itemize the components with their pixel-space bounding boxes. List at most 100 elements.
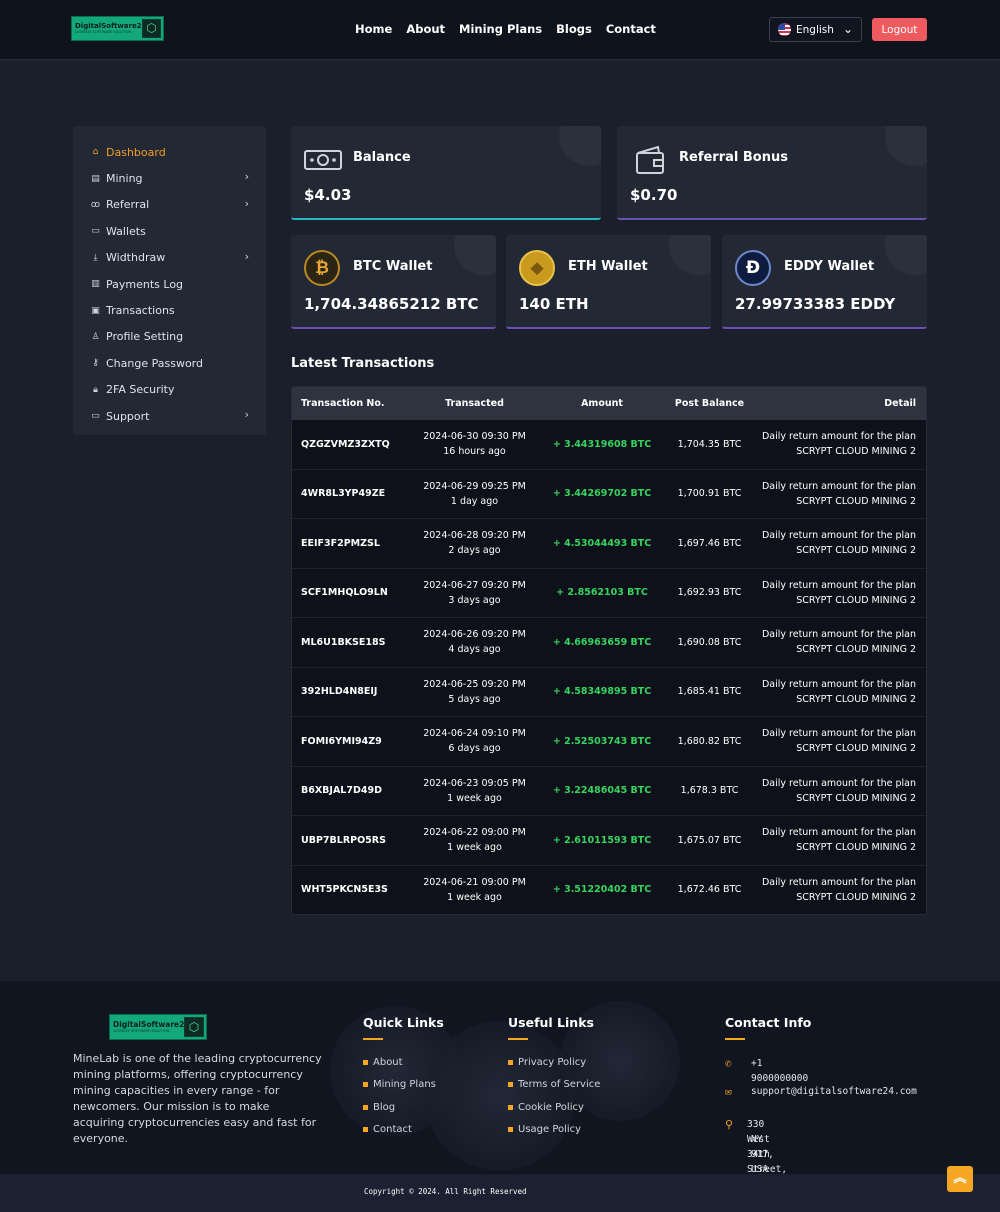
col-transacted: Transacted [445, 398, 504, 409]
transaction-date: 2024-06-30 09:30 PM [423, 431, 526, 443]
detail-line-2: SCRYPT CLOUD MINING 2 [796, 792, 916, 804]
sidebar-item-dashboard[interactable]: ⌂ Dashboard [73, 139, 266, 165]
transaction-date-cell: 2024-06-28 09:20 PM 2 days ago [412, 528, 537, 558]
detail-line-1: Daily return amount for the plan [761, 579, 916, 591]
transaction-date: 2024-06-26 09:20 PM [423, 629, 526, 641]
us-flag-icon [778, 23, 791, 36]
sidebar-item-label: Payments Log [106, 277, 184, 291]
transaction-id: WHT5PKCN5E3S [301, 884, 388, 896]
sidebar-item-2fa-security[interactable]: 🔒︎ 2FA Security [73, 377, 266, 403]
nav-about[interactable]: About [406, 22, 445, 36]
footer-logo[interactable]: DigitalSoftware24 ULTIMATE SOFTWARE SOLU… [109, 1014, 207, 1040]
sidebar-item-label: Change Password [106, 356, 203, 370]
ticket-icon: ▭ [91, 411, 100, 422]
address-line-2: NY 917, USA [751, 1134, 774, 1174]
card-decoration [454, 235, 496, 275]
nav-mining-plans[interactable]: Mining Plans [459, 22, 542, 36]
nav-blogs[interactable]: Blogs [556, 22, 592, 36]
transaction-date: 2024-06-25 09:20 PM [423, 678, 526, 690]
sidebar-item-referral[interactable]: ꝏ Referral › [73, 192, 266, 218]
post-balance: 1,685.41 BTC [677, 686, 742, 698]
transaction-date-cell: 2024-06-29 09:25 PM 1 day ago [412, 479, 537, 509]
detail-line-2: SCRYPT CLOUD MINING 2 [796, 545, 916, 557]
detail-line-1: Daily return amount for the plan [761, 678, 916, 690]
card-title: Referral Bonus [679, 150, 788, 165]
footer-link-contact[interactable]: Contact [363, 1119, 436, 1142]
post-balance: 1,704.35 BTC [677, 438, 742, 450]
sidebar-item-transactions[interactable]: ▣ Transactions [73, 297, 266, 323]
sidebar-item-wallets[interactable]: ▭ Wallets [73, 218, 266, 244]
copyright-text: Copyright © 2024. All Right Reserved [364, 1187, 527, 1196]
copyright-bar: Copyright © 2024. All Right Reserved [0, 1174, 1000, 1212]
wallet-icon: ▭ [91, 226, 100, 237]
nav-home[interactable]: Home [355, 22, 392, 36]
col-post-balance: Post Balance [674, 398, 745, 409]
footer-link-terms-of-service[interactable]: Terms of Service [508, 1074, 600, 1097]
transaction-amount: + 2.8562103 BTC [556, 587, 648, 599]
footer-link-cookie-policy[interactable]: Cookie Policy [508, 1096, 600, 1119]
detail-line-2: SCRYPT CLOUD MINING 2 [796, 743, 916, 755]
money-bill-icon [304, 148, 342, 176]
wallet-icon [634, 144, 666, 180]
detail-line-1: Daily return amount for the plan [761, 431, 916, 443]
transaction-detail: Daily return amount for the plan SCRYPT C… [752, 429, 926, 459]
transaction-date: 2024-06-24 09:10 PM [423, 728, 526, 740]
detail-line-2: SCRYPT CLOUD MINING 2 [796, 446, 916, 458]
site-footer: DigitalSoftware24 ULTIMATE SOFTWARE SOLU… [0, 981, 1000, 1174]
footer-link-about[interactable]: About [363, 1051, 436, 1074]
transaction-ago: 16 hours ago [443, 446, 506, 458]
transaction-ago: 5 days ago [448, 693, 501, 705]
transaction-date-cell: 2024-06-21 09:00 PM 1 week ago [412, 875, 537, 905]
transaction-ago: 2 days ago [448, 545, 501, 557]
transaction-id: SCF1MHQLO9LN [301, 587, 388, 599]
transaction-amount: + 2.61011593 BTC [552, 834, 652, 846]
logo-text: DigitalSoftware24 [75, 22, 147, 30]
card-title: ETH Wallet [568, 259, 648, 274]
contact-info-title: Contact Info [725, 1015, 812, 1030]
referral-bonus-card: Referral Bonus $0.70 [617, 126, 927, 220]
detail-line-1: Daily return amount for the plan [761, 480, 916, 492]
footer-link-privacy-policy[interactable]: Privacy Policy [508, 1051, 600, 1074]
sidebar-item-support[interactable]: ▭ Support › [73, 403, 266, 429]
card-decoration [885, 126, 927, 166]
nav-contact[interactable]: Contact [606, 22, 656, 36]
latest-transactions-title: Latest Transactions [291, 356, 435, 371]
transaction-detail: Daily return amount for the plan SCRYPT C… [752, 528, 926, 558]
scroll-to-top-button[interactable]: ︽ [947, 1166, 973, 1192]
detail-line-2: SCRYPT CLOUD MINING 2 [796, 644, 916, 656]
sidebar-item-widthdraw[interactable]: ⤓ Widthdraw › [73, 245, 266, 271]
sidebar-item-label: Wallets [106, 224, 146, 238]
heading-underline [363, 1038, 383, 1040]
lock-icon: 🔒︎ [93, 384, 98, 395]
footer-link-mining-plans[interactable]: Mining Plans [363, 1074, 436, 1097]
table-row: WHT5PKCN5E3S 2024-06-21 09:00 PM 1 week ag… [292, 866, 926, 915]
sidebar-item-payments-log[interactable]: ▥ Payments Log [73, 271, 266, 297]
logo-tagline: ULTIMATE SOFTWARE SOLUTION [75, 30, 132, 34]
detail-line-2: SCRYPT CLOUD MINING 2 [796, 693, 916, 705]
transaction-date: 2024-06-23 09:05 PM [423, 777, 526, 789]
sidebar-item-mining[interactable]: ▤ Mining › [73, 165, 266, 191]
table-row: 4WR8L3YP49ZE 2024-06-29 09:25 PM 1 day ago… [292, 470, 926, 519]
heading-underline [725, 1038, 745, 1040]
transaction-date-cell: 2024-06-26 09:20 PM 4 days ago [412, 627, 537, 657]
card-decoration [885, 235, 927, 275]
eth-wallet-card: ◆ ETH Wallet 140 ETH [506, 235, 711, 329]
location-pin-icon: ⚲ [725, 1118, 734, 1131]
transaction-id: FOMI6YMI94Z9 [301, 735, 382, 747]
col-detail: Detail [884, 398, 916, 409]
footer-link-usage-policy[interactable]: Usage Policy [508, 1119, 600, 1142]
language-select[interactable]: English ⌄ [769, 17, 862, 42]
sidebar-item-profile-setting[interactable]: ♙ Profile Setting [73, 324, 266, 350]
post-balance: 1,672.46 BTC [677, 884, 742, 896]
sidebar-item-label: Support [106, 409, 150, 423]
transaction-date: 2024-06-29 09:25 PM [423, 480, 526, 492]
table-row: FOMI6YMI94Z9 2024-06-24 09:10 PM 6 days ag… [292, 717, 926, 767]
transaction-date: 2024-06-21 09:00 PM [423, 876, 526, 888]
sidebar-item-label: Profile Setting [106, 330, 184, 344]
card-decoration [669, 235, 711, 275]
logout-button[interactable]: Logout [872, 18, 927, 41]
site-logo[interactable]: DigitalSoftware24 ULTIMATE SOFTWARE SOLU… [71, 16, 164, 41]
detail-line-1: Daily return amount for the plan [761, 530, 916, 542]
footer-link-blog[interactable]: Blog [363, 1096, 436, 1119]
sidebar-item-change-password[interactable]: ⚷ Change Password [73, 350, 266, 376]
